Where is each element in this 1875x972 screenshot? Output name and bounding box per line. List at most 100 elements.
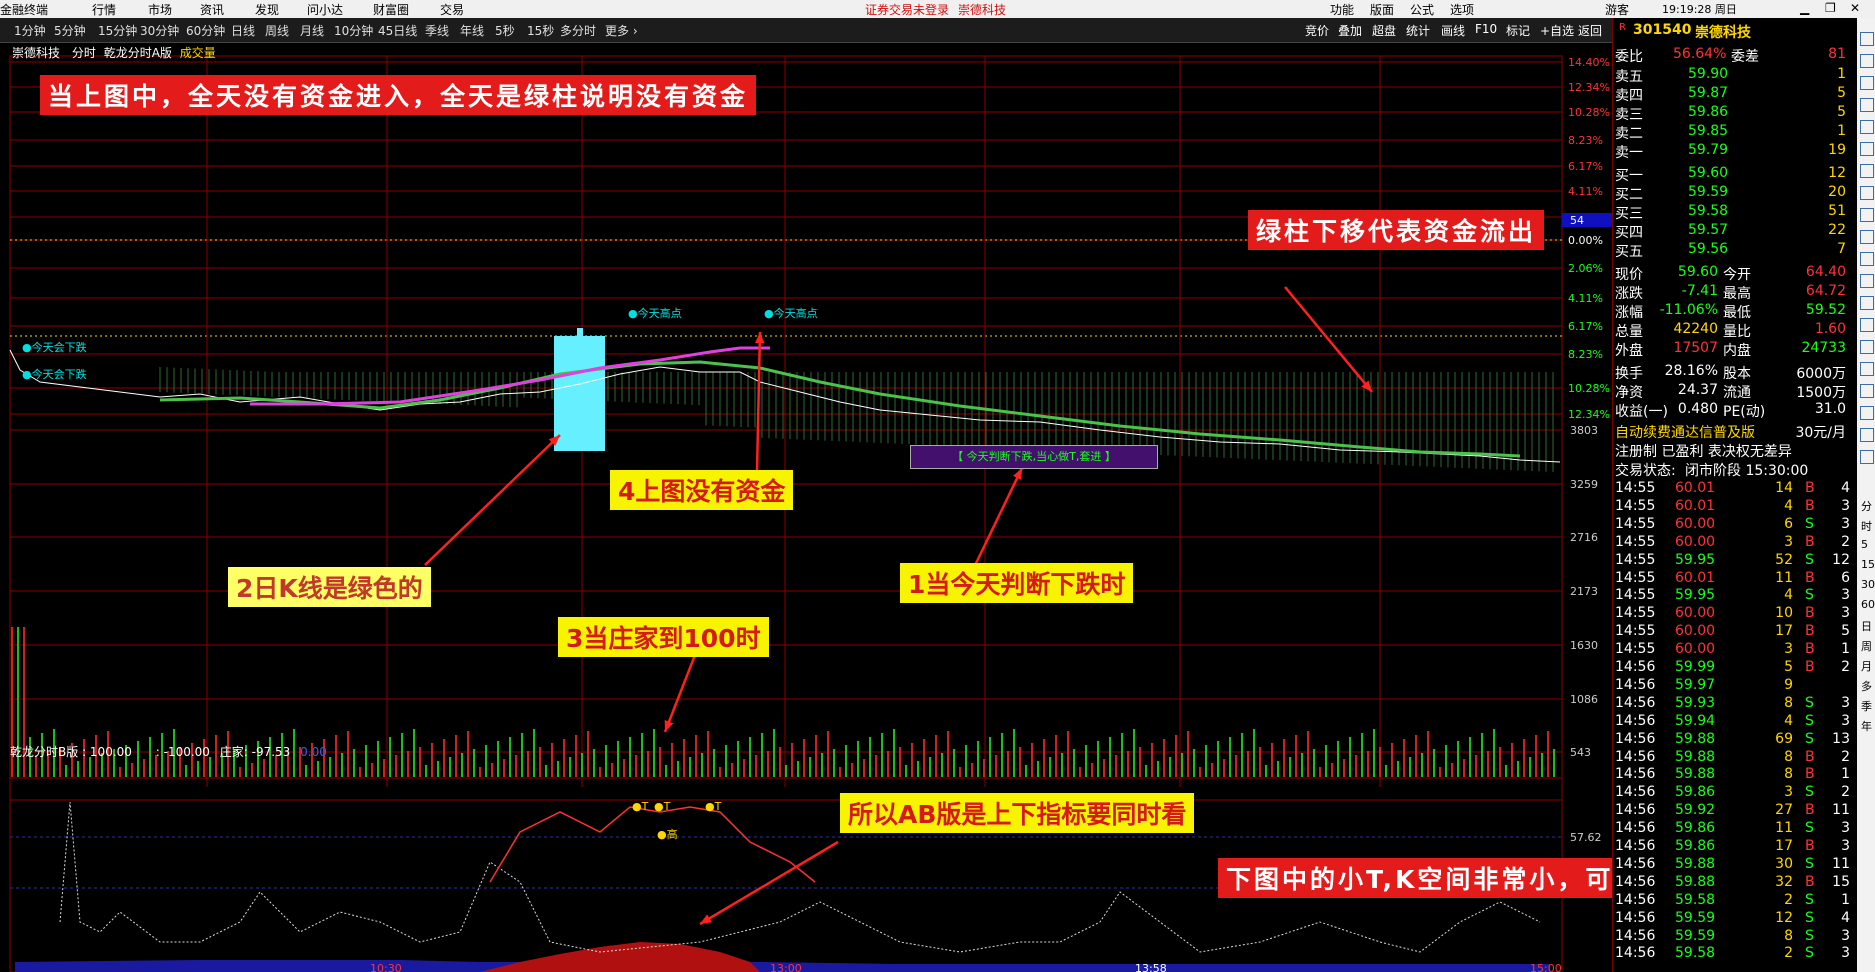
menu-item[interactable]: 资讯 (200, 1, 224, 18)
menu-item[interactable]: 选项 (1450, 1, 1474, 18)
stat-label: 换手 (1615, 366, 1643, 382)
maximize-icon[interactable]: ❐ (1825, 1, 1836, 15)
minimize-icon[interactable]: ▁ (1800, 1, 1809, 15)
sidebar-tool-icon[interactable] (1860, 450, 1874, 464)
period-tab[interactable]: 多分时 (560, 22, 596, 39)
sidebar-tool-icon[interactable] (1860, 32, 1874, 46)
chart-frame (9, 55, 1563, 972)
toolbar-action[interactable]: 画线 (1441, 22, 1465, 39)
volume-label[interactable]: 成交量 (180, 46, 216, 60)
tick-price: 59.59 (1675, 927, 1716, 944)
indicator-name[interactable]: 乾龙分时A版 (104, 46, 172, 60)
menu-item[interactable]: 金融终端 (0, 1, 48, 18)
tick-count: 2 (1841, 533, 1850, 550)
chart-mode[interactable]: 分时 (72, 46, 96, 60)
sidebar-tool-icon[interactable] (1860, 318, 1874, 332)
period-tab[interactable]: 周线 (265, 22, 289, 39)
tick-row: 14:56 59.59 8 S 3 (1613, 928, 1858, 946)
r-icon: R (1619, 22, 1626, 33)
menu-item[interactable]: 市场 (148, 1, 172, 18)
sidebar-period[interactable]: 日 (1861, 618, 1872, 634)
sidebar-period[interactable]: 15 (1861, 558, 1875, 571)
promo-link[interactable]: 自动续费通达信普及版 (1615, 422, 1755, 442)
sidebar-period[interactable]: 年 (1861, 718, 1872, 734)
sidebar-tool-icon[interactable] (1860, 54, 1874, 68)
toolbar-action[interactable]: F10 (1475, 22, 1497, 36)
sidebar-period[interactable]: 30 (1861, 578, 1875, 591)
period-tab[interactable]: 年线 (460, 22, 484, 39)
period-tab[interactable]: 10分钟 (334, 22, 373, 39)
tick-count: 4 (1841, 480, 1850, 496)
sidebar-tool-icon[interactable] (1860, 208, 1874, 222)
menu-item[interactable]: 公式 (1410, 1, 1434, 18)
period-tab[interactable]: 更多 › (605, 22, 638, 39)
sidebar-tool-icon[interactable] (1860, 164, 1874, 178)
period-tab[interactable]: 60分钟 (186, 22, 225, 39)
tick-time: 14:56 (1615, 909, 1656, 926)
sidebar-tool-icon[interactable] (1860, 296, 1874, 310)
toolbar-action[interactable]: 竞价 (1305, 22, 1329, 39)
menu-item[interactable]: 财富圈 (373, 1, 409, 18)
sidebar-period[interactable]: 月 (1861, 658, 1872, 674)
lower-red-hump (480, 942, 760, 972)
sidebar-tool-icon[interactable] (1860, 142, 1874, 156)
period-tab[interactable]: 季线 (425, 22, 449, 39)
stat-value: 6000万 (1796, 366, 1846, 382)
sidebar-tool-icon[interactable] (1860, 274, 1874, 288)
toolbar-action[interactable]: 超盘 (1372, 22, 1396, 39)
toolbar-action[interactable]: 返回 (1578, 22, 1602, 39)
menu-item[interactable]: 问小达 (307, 1, 343, 18)
toolbar-action[interactable]: 统计 (1406, 22, 1430, 39)
period-tab[interactable]: 月线 (300, 22, 324, 39)
fall-label-1: ●今天会下跌 (22, 341, 87, 354)
sidebar-tool-icon[interactable] (1860, 98, 1874, 112)
toolbar-action[interactable]: 叠加 (1338, 22, 1362, 39)
period-tab[interactable]: 5秒 (495, 22, 515, 39)
t-label: ●T (705, 800, 722, 813)
menu-item[interactable]: 功能 (1330, 1, 1354, 18)
period-tab[interactable]: 日线 (231, 22, 255, 39)
sidebar-tool-icon[interactable] (1860, 230, 1874, 244)
sidebar-tool-icon[interactable] (1860, 384, 1874, 398)
stat-row: 收益(一) 0.480 PE(动) 31.0 (1613, 401, 1858, 420)
period-tab[interactable]: 1分钟 (14, 22, 46, 39)
intraday-chart[interactable]: 14.40% 12.34% 10.28% 8.23% 6.17% 4.11% 2.06% 0.… (0, 42, 1612, 972)
close-icon[interactable]: ✕ (1850, 1, 1860, 15)
sidebar-period[interactable]: 时 (1861, 518, 1872, 534)
menu-item[interactable]: 交易 (440, 1, 464, 18)
sidebar-tool-icon[interactable] (1860, 406, 1874, 420)
tick-count: 13 (1832, 730, 1850, 747)
menu-item[interactable]: 行情 (92, 1, 116, 18)
sidebar-tool-icon[interactable] (1860, 120, 1874, 134)
sidebar-period[interactable]: 季 (1861, 698, 1872, 714)
menu-item[interactable]: 版面 (1370, 1, 1394, 18)
sidebar-tool-icon[interactable] (1860, 428, 1874, 442)
toolbar-action[interactable]: 标记 (1506, 22, 1530, 39)
period-tab[interactable]: 15秒 (527, 22, 554, 39)
tick-price: 60.00 (1675, 533, 1716, 550)
sidebar-tool-icon[interactable] (1860, 76, 1874, 90)
menu-item[interactable]: 发现 (255, 1, 279, 18)
sidebar-tool-icon[interactable] (1860, 252, 1874, 266)
sidebar-period[interactable]: 60 (1861, 598, 1875, 611)
sidebar-period[interactable]: 分 (1861, 498, 1872, 514)
period-tab[interactable]: 5分钟 (54, 22, 86, 39)
toolbar-action[interactable]: +自选 (1540, 22, 1574, 39)
sidebar-period[interactable]: 多 (1861, 678, 1872, 694)
sidebar-tool-icon[interactable] (1860, 362, 1874, 376)
sidebar-tool-icon[interactable] (1860, 186, 1874, 200)
period-tab[interactable]: 30分钟 (140, 22, 179, 39)
period-tab[interactable]: 15分钟 (98, 22, 137, 39)
user-label[interactable]: 游客 (1605, 1, 1629, 18)
sidebar-tool-icon[interactable] (1860, 340, 1874, 354)
tick-time: 14:56 (1615, 712, 1656, 729)
lower-indicator-name[interactable]: 乾龙分时B版 (10, 745, 78, 759)
period-tab[interactable]: 45日线 (378, 22, 417, 39)
volume-axis-label: 2716 (1570, 531, 1598, 544)
login-status[interactable]: 证券交易未登录 (865, 1, 949, 18)
sidebar-period[interactable]: 5 (1861, 538, 1868, 551)
sidebar-period[interactable]: 周 (1861, 638, 1872, 654)
stat-value: 1500万 (1796, 385, 1846, 401)
tick-time: 14:56 (1615, 945, 1656, 962)
bid-label: 买四 (1615, 225, 1643, 241)
